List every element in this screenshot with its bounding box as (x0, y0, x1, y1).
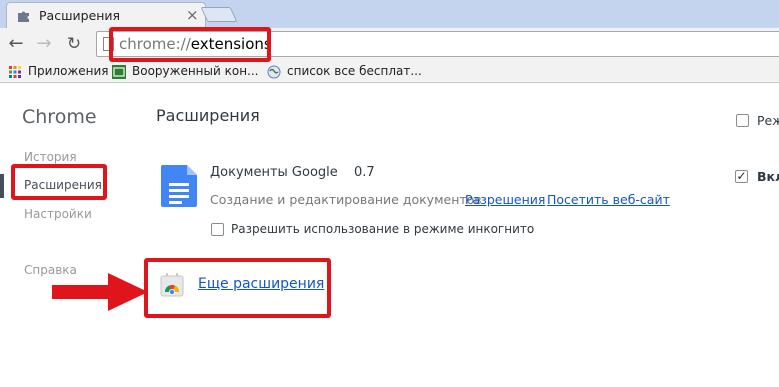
sidebar-item-settings[interactable]: Настройки (24, 207, 92, 221)
sidebar-item-history[interactable]: История (24, 150, 77, 164)
enable-checkbox[interactable]: ✓ (735, 170, 748, 183)
bookmark-label: список все бесплат... (287, 64, 422, 78)
tab-extensions[interactable]: Расширения × (6, 2, 206, 28)
incognito-checkbox[interactable] (211, 223, 224, 236)
site-favicon-icon (112, 65, 126, 79)
tab-title: Расширения (39, 8, 121, 23)
enable-label: Вкл (757, 169, 779, 184)
bookmark-label: Приложения (28, 64, 109, 78)
page-title: Расширения (156, 106, 260, 125)
close-icon[interactable]: × (186, 6, 199, 24)
annotation-box-url (109, 27, 271, 62)
bookmark-label: Вооруженный кон... (132, 64, 259, 78)
apps-grid-icon (9, 66, 21, 78)
annotation-box-sidebar (11, 164, 107, 200)
extension-version: 0.7 (354, 165, 375, 180)
bookmarks-bar: Приложения Вооруженный кон... список все… (0, 61, 779, 83)
reload-icon[interactable]: ↻ (62, 31, 86, 57)
back-arrow-icon[interactable]: ← (4, 31, 28, 57)
permissions-link[interactable]: Разрешения (465, 192, 545, 207)
selected-indicator (0, 174, 4, 198)
visit-website-link[interactable]: Посетить веб-сайт (547, 192, 670, 207)
developer-mode-label: Реж (757, 113, 779, 128)
forward-arrow-icon[interactable]: → (32, 31, 56, 57)
globe-icon (267, 65, 281, 79)
puzzle-icon (18, 11, 29, 22)
red-arrow-icon (52, 273, 148, 311)
incognito-label: Разрешить использование в режиме инкогни… (231, 222, 535, 236)
tab-strip: Расширения × (0, 0, 779, 28)
google-docs-icon (161, 165, 197, 207)
annotation-box-more-extensions (144, 258, 331, 318)
sidebar-title: Chrome (22, 106, 97, 128)
extension-name: Документы Google (210, 165, 338, 180)
new-tab-button[interactable] (200, 7, 238, 22)
developer-mode-checkbox[interactable] (736, 114, 749, 127)
extension-description: Создание и редактирование документов (210, 192, 482, 207)
